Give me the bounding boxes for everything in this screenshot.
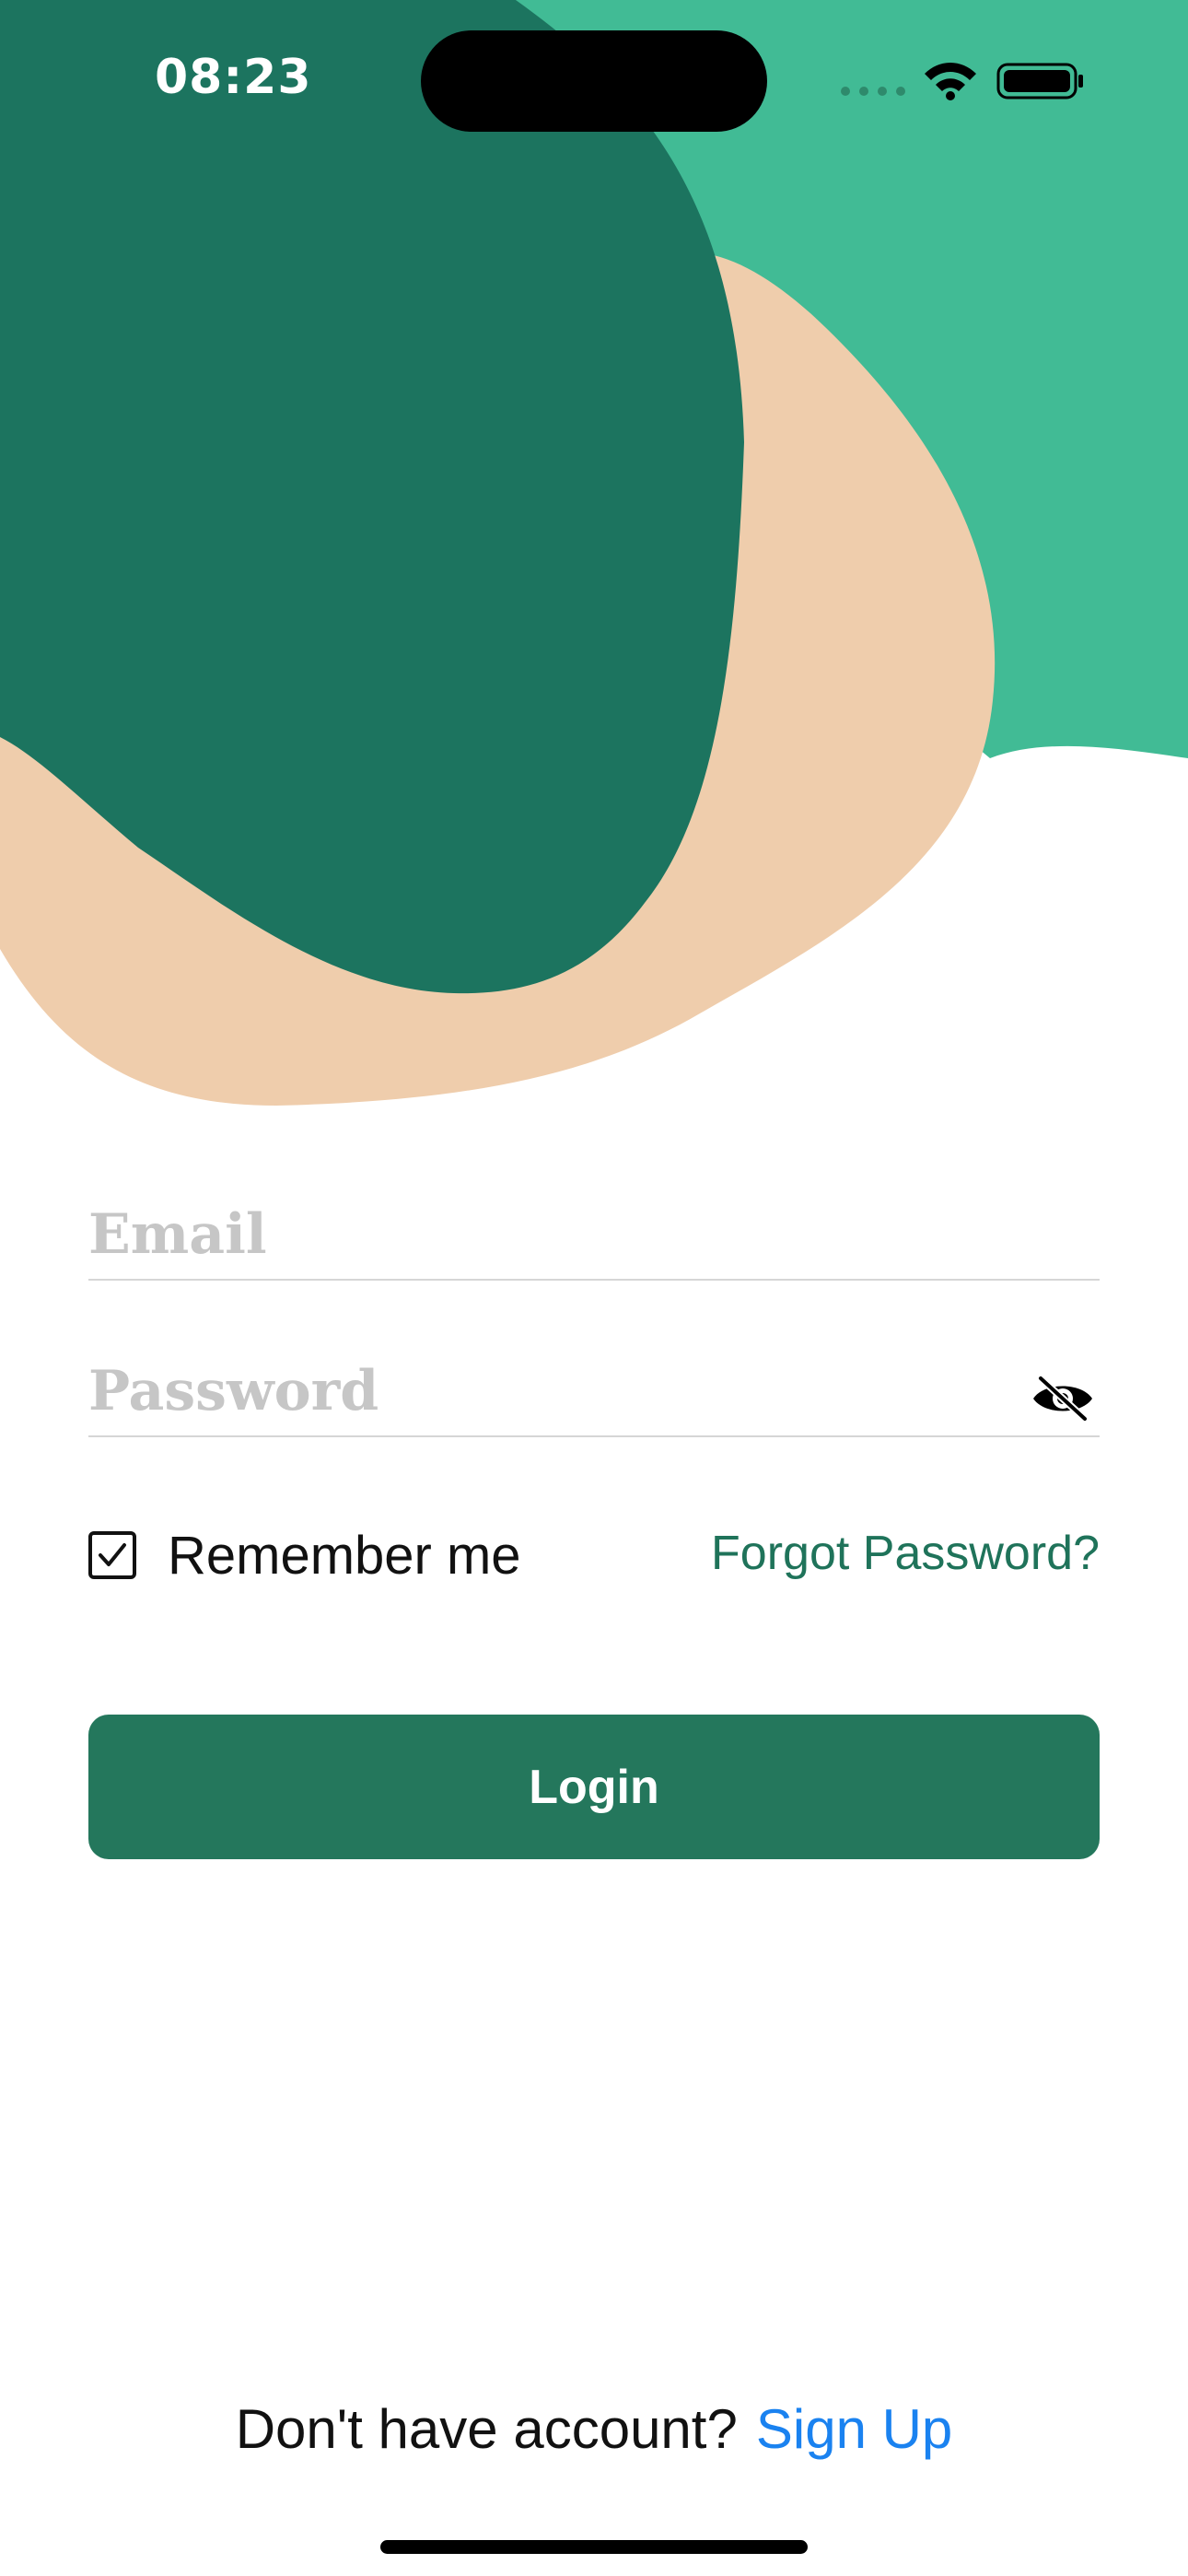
remember-me-checkbox[interactable] [88, 1531, 136, 1579]
battery-icon [996, 63, 1083, 100]
wifi-icon [925, 63, 976, 100]
remember-me-label: Remember me [168, 1525, 521, 1586]
decorative-blob-background [0, 0, 1188, 1107]
remember-me-toggle[interactable]: Remember me [88, 1518, 521, 1592]
signup-link[interactable]: Sign Up [756, 2398, 952, 2460]
email-field [88, 1198, 1100, 1281]
password-field [88, 1354, 1100, 1437]
eye-slash-icon[interactable] [1030, 1373, 1096, 1424]
email-input[interactable] [88, 1200, 973, 1270]
signup-prompt-text: Don't have account? [235, 2398, 738, 2460]
cellular-signal-icon [841, 87, 905, 96]
checkmark-icon [99, 1543, 126, 1566]
signup-prompt-row: Don't have account? Sign Up [0, 2397, 1188, 2461]
login-screen: 08:23 Email Remember me Forgot Password?… [0, 0, 1188, 2576]
password-input[interactable] [88, 1356, 973, 1426]
dynamic-island [421, 30, 767, 132]
status-bar-time: 08:23 [155, 50, 312, 105]
home-indicator[interactable] [380, 2540, 808, 2554]
forgot-password-link[interactable]: Forgot Password? [711, 1526, 1100, 1581]
login-button[interactable]: Login [88, 1715, 1100, 1859]
